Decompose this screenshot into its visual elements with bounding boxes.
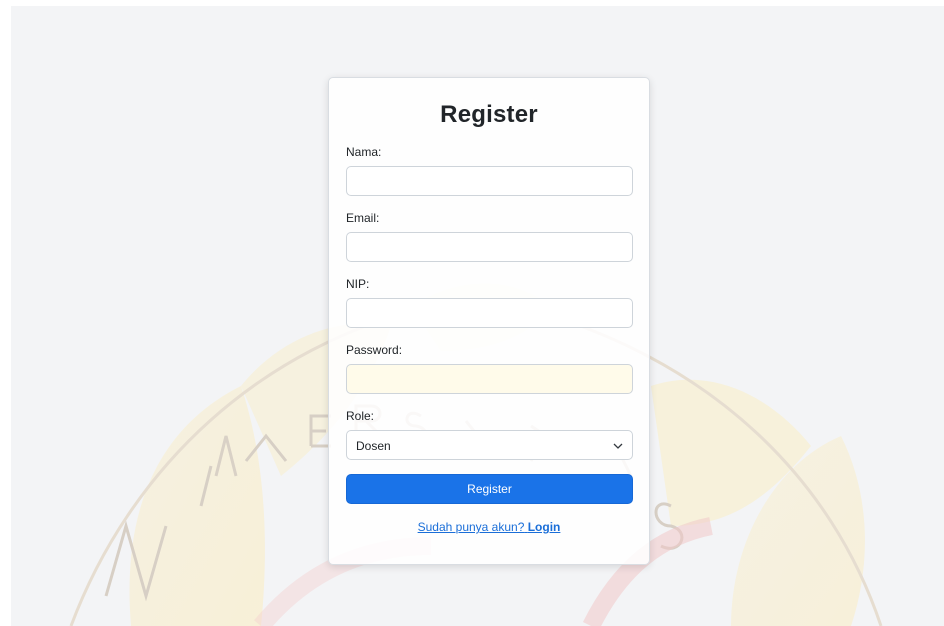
chevron-down-icon (613, 443, 623, 449)
role-selected-value: Dosen (356, 439, 391, 453)
nip-input[interactable] (346, 298, 633, 328)
page-background: Register Nama: Email: NIP: Password: Rol… (11, 6, 944, 626)
email-label: Email: (346, 211, 380, 225)
login-link[interactable]: Sudah punya akun? Login (346, 520, 632, 534)
email-input[interactable] (346, 232, 633, 262)
register-button[interactable]: Register (346, 474, 633, 504)
role-select[interactable]: Dosen (346, 430, 633, 460)
password-label: Password: (346, 343, 403, 357)
nama-input[interactable] (346, 166, 633, 196)
nama-field-group: Nama: (346, 144, 633, 196)
role-field-group: Role: Dosen (346, 408, 633, 460)
password-input[interactable] (346, 364, 633, 394)
email-field-group: Email: (346, 210, 633, 262)
password-field-group: Password: (346, 342, 633, 394)
role-label: Role: (346, 409, 375, 423)
nip-label: NIP: (346, 277, 370, 291)
page-title: Register (440, 101, 538, 128)
nip-field-group: NIP: (346, 276, 633, 328)
login-prompt: Sudah punya akun? (417, 520, 525, 534)
register-card: Register Nama: Email: NIP: Password: Rol… (328, 77, 650, 565)
nama-label: Nama: (346, 145, 382, 159)
login-label: Login (527, 520, 561, 534)
